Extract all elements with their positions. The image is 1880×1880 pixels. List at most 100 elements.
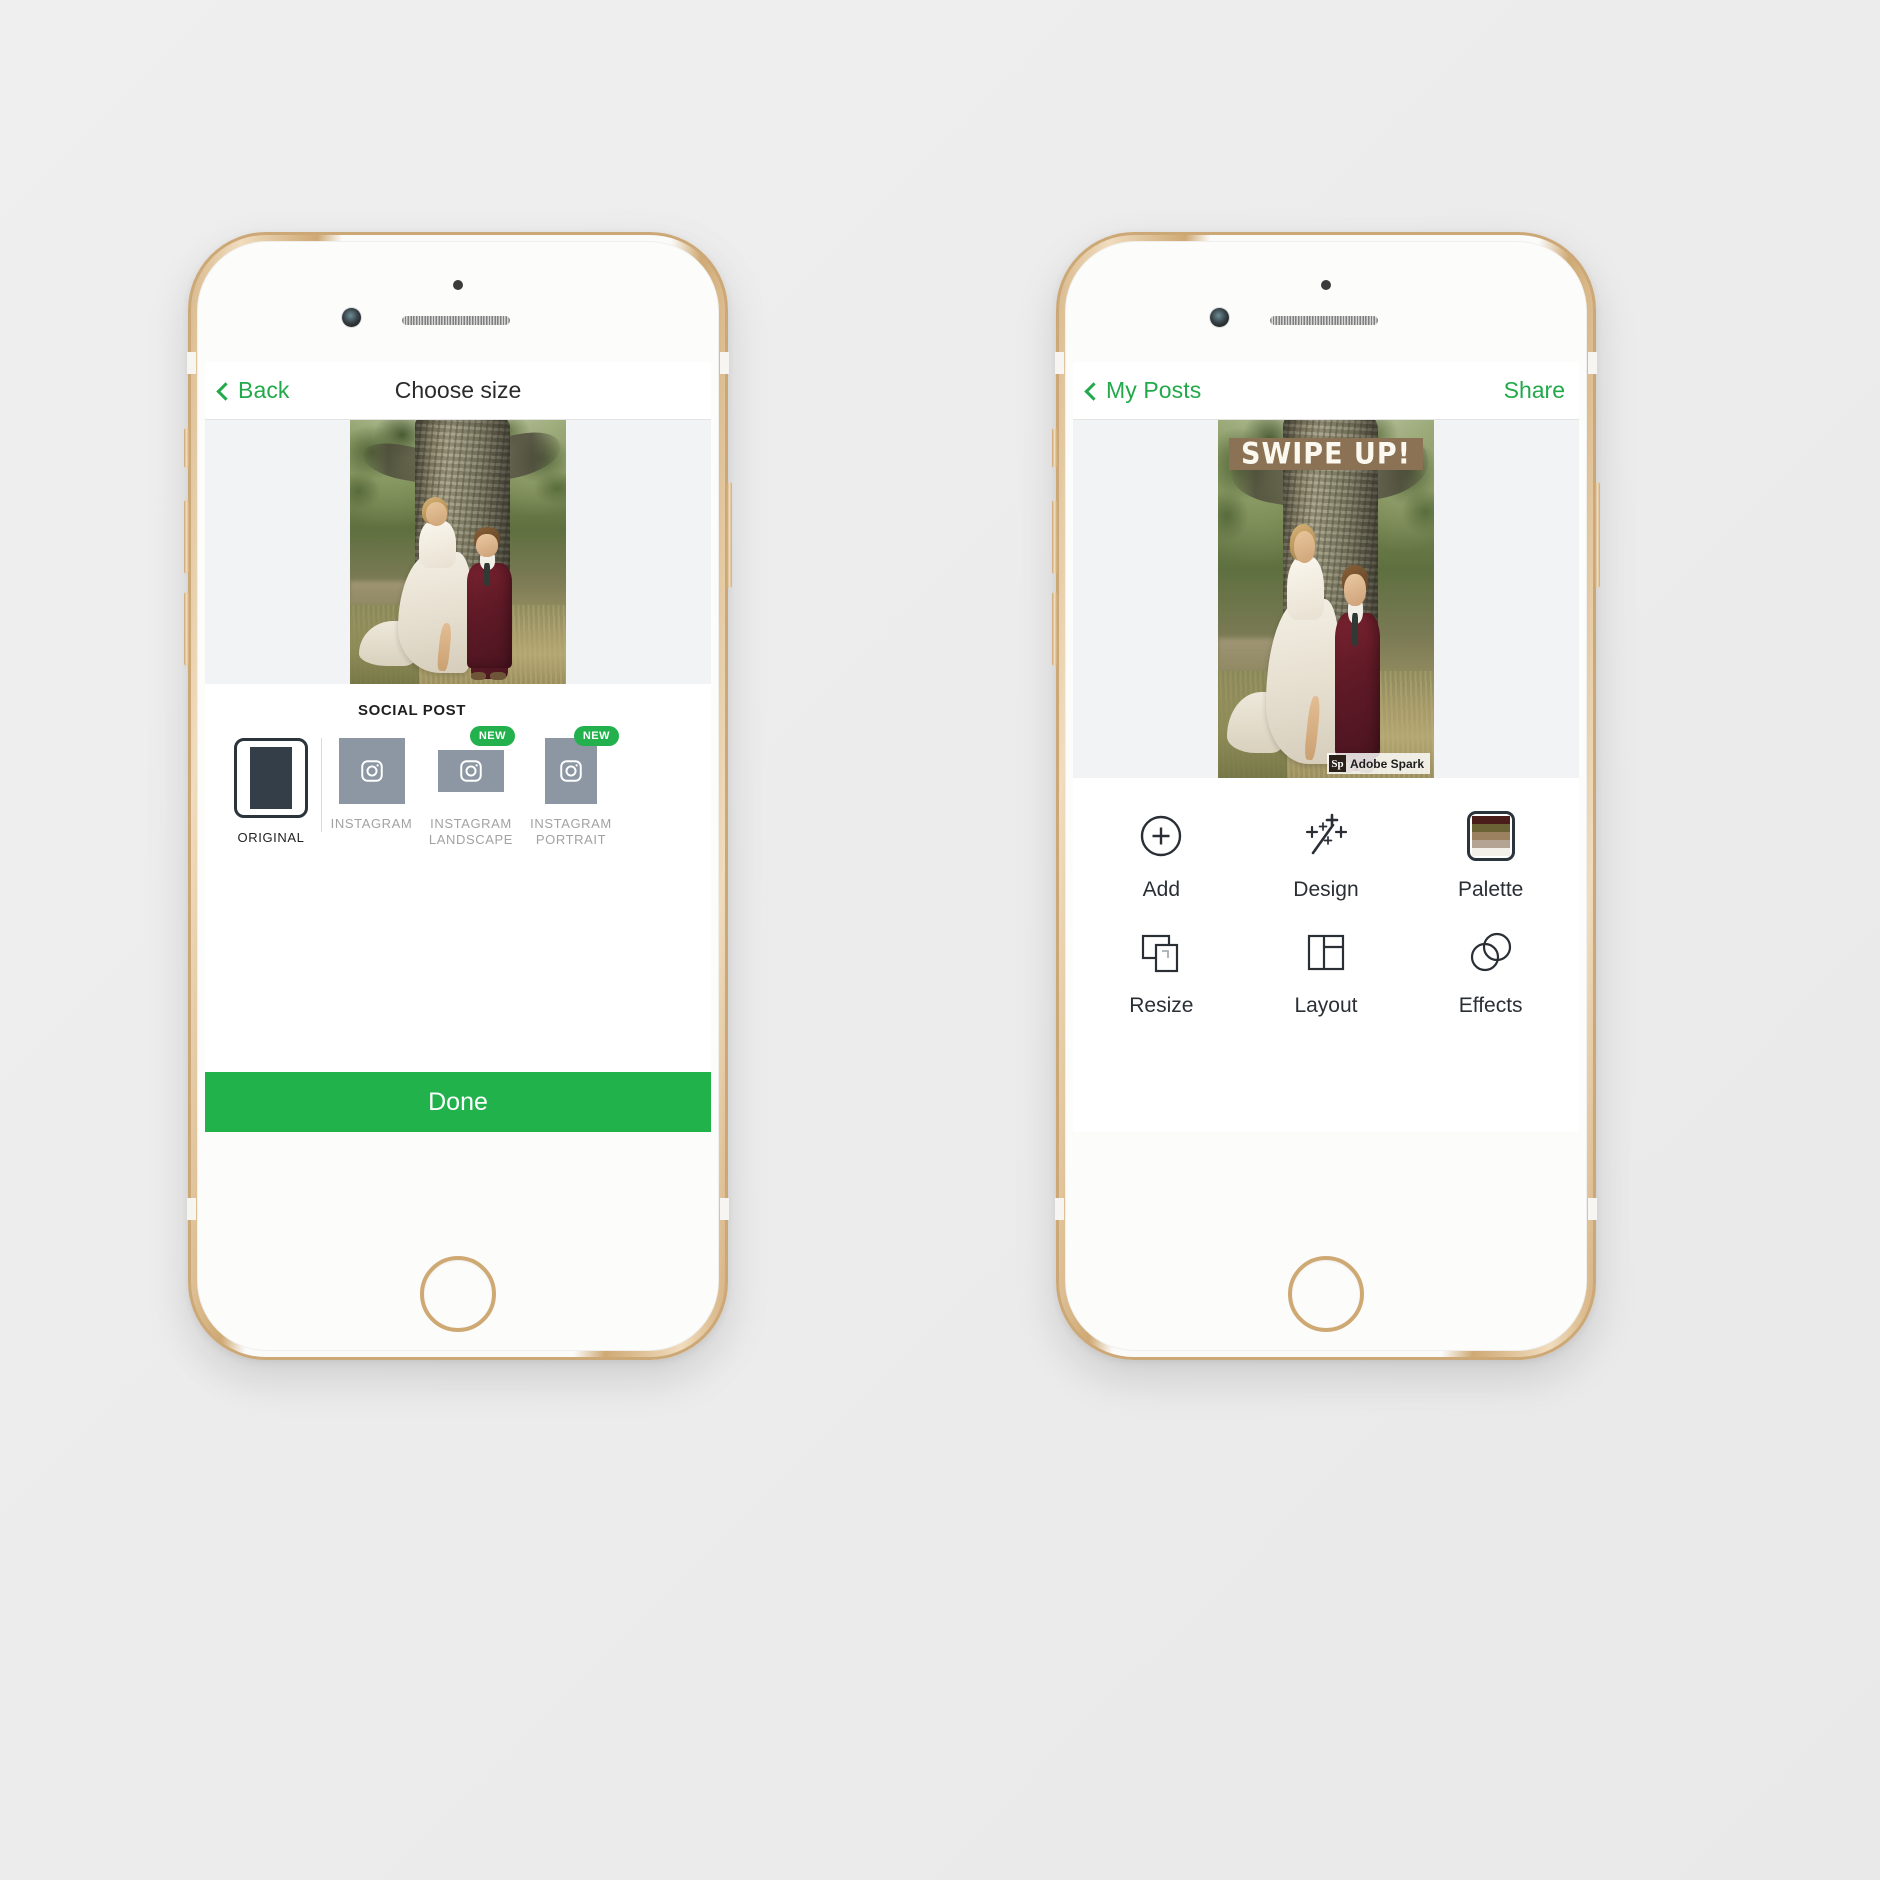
size-option-instagram-portrait[interactable]: NEW INSTAGRAM PORTRAIT — [521, 726, 621, 849]
screenshot-stage: Back Choose size SOCIAL POST ORIGINAL IN… — [0, 0, 1880, 1880]
tool-label: Palette — [1457, 878, 1524, 901]
home-button[interactable] — [420, 1256, 496, 1332]
front-camera-icon — [342, 308, 361, 327]
post-photo-left[interactable] — [350, 420, 566, 684]
overlapping-circles-icon — [1463, 924, 1519, 980]
palette-swatch — [1471, 824, 1510, 832]
size-option-label-line2: LANDSCAPE — [428, 832, 514, 848]
photo-groom-head — [476, 533, 498, 558]
size-option-label-line1: INSTAGRAM — [530, 816, 612, 831]
size-option-label: ORIGINAL — [237, 830, 305, 845]
size-option-instagram-landscape[interactable]: NEW INSTAGRAM LANDSCAPE — [421, 726, 521, 849]
tool-add[interactable]: Add — [1079, 808, 1244, 902]
antenna-band — [1055, 352, 1064, 374]
new-badge: NEW — [573, 726, 619, 746]
instagram-thumb-square — [338, 738, 405, 804]
volume-down-button[interactable] — [1052, 592, 1057, 666]
volume-up-button[interactable] — [184, 500, 189, 574]
instagram-icon — [360, 760, 383, 782]
phone-device-left: Back Choose size SOCIAL POST ORIGINAL IN… — [184, 232, 732, 1360]
tool-label: Add — [1142, 878, 1181, 901]
navigation-bar-left: Back Choose size — [205, 362, 711, 420]
tool-label: Resize — [1129, 994, 1194, 1017]
photo-groom-shoe — [490, 672, 506, 681]
tool-effects[interactable]: Effects — [1408, 924, 1573, 1018]
my-posts-back-button[interactable]: My Posts — [1084, 377, 1202, 404]
antenna-band — [1588, 352, 1597, 374]
antenna-band — [187, 352, 196, 374]
proximity-sensor-icon — [453, 280, 463, 290]
size-option-instagram[interactable]: INSTAGRAM — [321, 738, 421, 833]
size-option-label-line1: INSTAGRAM — [430, 816, 512, 831]
size-option-label: INSTAGRAM — [330, 816, 413, 831]
photo-bride-head — [425, 501, 448, 526]
power-button[interactable] — [1595, 482, 1600, 588]
original-thumb — [250, 747, 292, 809]
original-frame-icon — [234, 738, 308, 818]
photo-bride-lace-top — [419, 520, 456, 568]
tool-label: Effects — [1458, 994, 1523, 1017]
volume-down-button[interactable] — [184, 592, 189, 666]
share-button[interactable]: Share — [1504, 377, 1565, 404]
size-picker-panel: SOCIAL POST ORIGINAL INSTAGRAM NEW INSTA… — [205, 684, 711, 984]
volume-up-button[interactable] — [1052, 500, 1057, 574]
size-option-label: INSTAGRAM PORTRAIT — [530, 816, 612, 849]
canvas-preview-area-right[interactable]: SWIPE UP! Sp Adobe Spark — [1073, 420, 1579, 778]
palette-swatch — [1471, 816, 1510, 824]
antenna-band — [187, 1198, 196, 1220]
done-button[interactable]: Done — [205, 1072, 711, 1132]
palette-swatch — [1471, 840, 1510, 848]
size-option-label: INSTAGRAM LANDSCAPE — [429, 816, 513, 849]
swipe-up-text: SWIPE UP! — [1241, 437, 1411, 471]
palette-swatch — [1471, 848, 1510, 856]
adobe-spark-watermark-label: Adobe Spark — [1349, 756, 1424, 771]
tool-design[interactable]: Design — [1244, 808, 1409, 902]
color-palette-icon — [1463, 808, 1519, 864]
instagram-icon — [560, 760, 582, 782]
photo-bride-head — [1293, 530, 1316, 564]
proximity-sensor-icon — [1321, 280, 1331, 290]
new-badge: NEW — [469, 726, 515, 746]
my-posts-label: My Posts — [1106, 377, 1202, 403]
canvas-preview-area-left[interactable] — [205, 420, 711, 684]
tool-label: Design — [1293, 878, 1359, 901]
back-button[interactable]: Back — [216, 377, 290, 404]
palette-swatch — [1471, 832, 1510, 840]
photo-groom-shoe — [470, 672, 487, 681]
navigation-bar-right: My Posts Share — [1073, 362, 1579, 420]
tool-palette[interactable]: Palette — [1408, 808, 1573, 902]
mute-switch[interactable] — [184, 428, 189, 468]
home-button[interactable] — [1288, 1256, 1364, 1332]
instagram-icon — [460, 760, 482, 782]
photo-groom-head — [1344, 573, 1366, 607]
earpiece-speaker-icon — [1270, 316, 1378, 325]
power-button[interactable] — [727, 482, 732, 588]
photo-groom-tie — [1351, 613, 1359, 646]
antenna-band — [720, 1198, 729, 1220]
antenna-band — [1055, 1198, 1064, 1220]
front-camera-icon — [1210, 308, 1229, 327]
tool-resize[interactable]: Resize — [1079, 924, 1244, 1018]
size-option-original[interactable]: ORIGINAL — [221, 738, 321, 846]
antenna-band — [720, 352, 729, 374]
tool-layout[interactable]: Layout — [1244, 924, 1409, 1018]
photo-groom-tie — [483, 562, 491, 587]
plus-circle-icon — [1133, 808, 1189, 864]
post-photo-right[interactable]: SWIPE UP! Sp Adobe Spark — [1218, 420, 1434, 778]
size-options-row: ORIGINAL INSTAGRAM NEW INSTAGRAM LANDSCA… — [205, 704, 711, 849]
adobe-spark-watermark: Sp Adobe Spark — [1326, 753, 1430, 774]
instagram-thumb-landscape — [438, 750, 504, 792]
antenna-band — [1588, 1198, 1597, 1220]
phone-device-right: My Posts Share SWIPE UP! Sp Adobe Spark … — [1052, 232, 1600, 1360]
adobe-spark-logo-icon: Sp — [1328, 755, 1346, 772]
editor-tool-grid: Add Design Palette Resize Layout Effects — [1073, 778, 1579, 1018]
earpiece-speaker-icon — [402, 316, 510, 325]
chevron-left-icon — [1084, 381, 1103, 401]
mute-switch[interactable] — [1052, 428, 1057, 468]
size-option-label-line2: PORTRAIT — [535, 832, 607, 848]
section-label-social-post: SOCIAL POST — [358, 702, 467, 719]
swipe-up-text-banner[interactable]: SWIPE UP! — [1228, 437, 1424, 471]
back-button-label: Back — [238, 377, 290, 403]
magic-wand-icon — [1298, 808, 1354, 864]
tool-label: Layout — [1294, 994, 1358, 1017]
